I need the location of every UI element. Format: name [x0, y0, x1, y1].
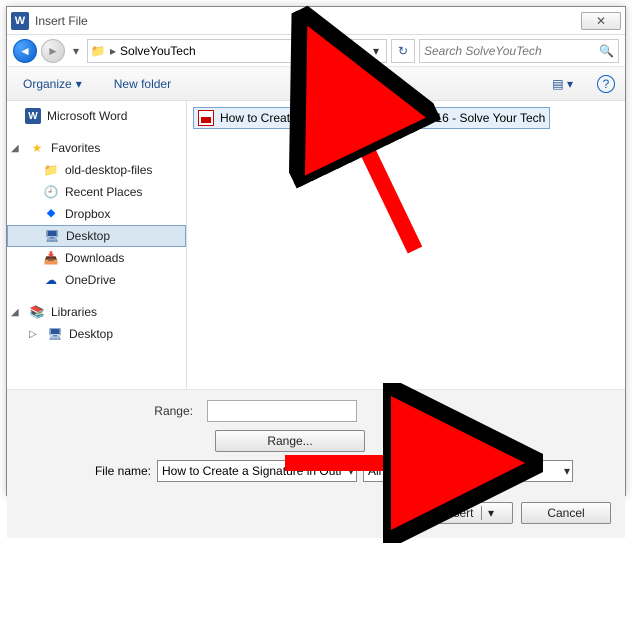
- filetype-value: All Word Documents: [368, 464, 477, 478]
- word-icon: W: [25, 108, 41, 124]
- collapse-icon[interactable]: ◢: [11, 143, 21, 154]
- file-name: How to Create a Signature in Outlook 201…: [220, 111, 545, 125]
- dialog-body: WMicrosoft Word ◢★Favorites 📁old-desktop…: [7, 101, 625, 389]
- pdf-icon: [198, 110, 214, 126]
- filetype-combo[interactable]: All Word Documents ▾: [363, 460, 573, 482]
- tree-item-favorites[interactable]: ◢★Favorites: [7, 137, 186, 159]
- word-app-icon: W: [11, 12, 29, 30]
- view-options-button[interactable]: ▤ ▾: [548, 75, 577, 93]
- cancel-button[interactable]: Cancel: [521, 502, 611, 524]
- navigation-tree[interactable]: WMicrosoft Word ◢★Favorites 📁old-desktop…: [7, 101, 187, 389]
- tree-item-recent-places[interactable]: 🕘Recent Places: [7, 181, 186, 203]
- dialog-title: Insert File: [35, 14, 581, 28]
- recent-icon: 🕘: [43, 184, 59, 200]
- folder-icon: 📁: [90, 43, 106, 59]
- chevron-right-icon: ▸: [110, 44, 116, 58]
- desktop-icon: 🖥: [44, 228, 60, 244]
- range-input[interactable]: [207, 400, 357, 422]
- titlebar: W Insert File ✕: [7, 7, 625, 35]
- expand-icon[interactable]: ▷: [29, 329, 39, 340]
- chevron-down-icon[interactable]: ▾: [564, 464, 570, 478]
- range-button[interactable]: Range...: [215, 430, 365, 452]
- search-icon[interactable]: 🔍: [599, 44, 614, 58]
- insert-file-dialog: W Insert File ✕ ◄ ► ▾ 📁 ▸ SolveYouTech ▾…: [6, 6, 626, 496]
- dialog-footer: Range: Range... File name: How to Create…: [7, 389, 625, 538]
- navigation-bar: ◄ ► ▾ 📁 ▸ SolveYouTech ▾ ↻ 🔍: [7, 35, 625, 67]
- cloud-icon: ☁: [43, 272, 59, 288]
- toolbar: Organize ▾ New folder ▤ ▾ ?: [7, 67, 625, 101]
- chevron-down-icon: ▾: [76, 77, 82, 91]
- help-button[interactable]: ?: [597, 75, 615, 93]
- filename-label: File name:: [21, 464, 151, 478]
- folder-icon: 📁: [43, 162, 59, 178]
- tree-item-desktop[interactable]: 🖥Desktop: [7, 225, 186, 247]
- organize-button[interactable]: Organize ▾: [17, 73, 88, 95]
- chevron-down-icon[interactable]: ▾: [348, 464, 354, 478]
- insert-button[interactable]: Insert ▾: [423, 502, 513, 524]
- tree-item-lib-desktop[interactable]: ▷🖥Desktop: [7, 323, 186, 345]
- tree-item-dropbox[interactable]: ⯁Dropbox: [7, 203, 186, 225]
- desktop-icon: 🖥: [47, 326, 63, 342]
- chevron-down-icon[interactable]: ▾: [368, 44, 384, 58]
- tree-item-old-desktop[interactable]: 📁old-desktop-files: [7, 159, 186, 181]
- search-input[interactable]: [424, 44, 599, 58]
- refresh-button[interactable]: ↻: [391, 39, 415, 63]
- close-button[interactable]: ✕: [581, 12, 621, 30]
- search-box[interactable]: 🔍: [419, 39, 619, 63]
- breadcrumb-folder[interactable]: SolveYouTech: [120, 44, 196, 58]
- forward-button: ►: [41, 39, 65, 63]
- libraries-icon: 📚: [29, 304, 45, 320]
- back-button[interactable]: ◄: [13, 39, 37, 63]
- breadcrumb[interactable]: 📁 ▸ SolveYouTech ▾: [87, 39, 387, 63]
- range-label: Range:: [21, 404, 201, 418]
- insert-dropdown-arrow[interactable]: ▾: [482, 506, 500, 520]
- new-folder-button[interactable]: New folder: [108, 73, 177, 95]
- downloads-icon: 📥: [43, 250, 59, 266]
- recent-locations-button[interactable]: ▾: [69, 39, 83, 63]
- dropbox-icon: ⯁: [43, 206, 59, 222]
- file-list[interactable]: How to Create a Signature in Outlook 201…: [187, 101, 625, 389]
- filename-combo[interactable]: How to Create a Signature in Outl ▾: [157, 460, 357, 482]
- collapse-icon[interactable]: ◢: [11, 307, 21, 318]
- file-item[interactable]: How to Create a Signature in Outlook 201…: [193, 107, 550, 129]
- tree-item-libraries[interactable]: ◢📚Libraries: [7, 301, 186, 323]
- filename-value: How to Create a Signature in Outl: [162, 464, 341, 478]
- tree-item-downloads[interactable]: 📥Downloads: [7, 247, 186, 269]
- tree-item-word[interactable]: WMicrosoft Word: [7, 105, 186, 127]
- tree-item-onedrive[interactable]: ☁OneDrive: [7, 269, 186, 291]
- star-icon: ★: [29, 140, 45, 156]
